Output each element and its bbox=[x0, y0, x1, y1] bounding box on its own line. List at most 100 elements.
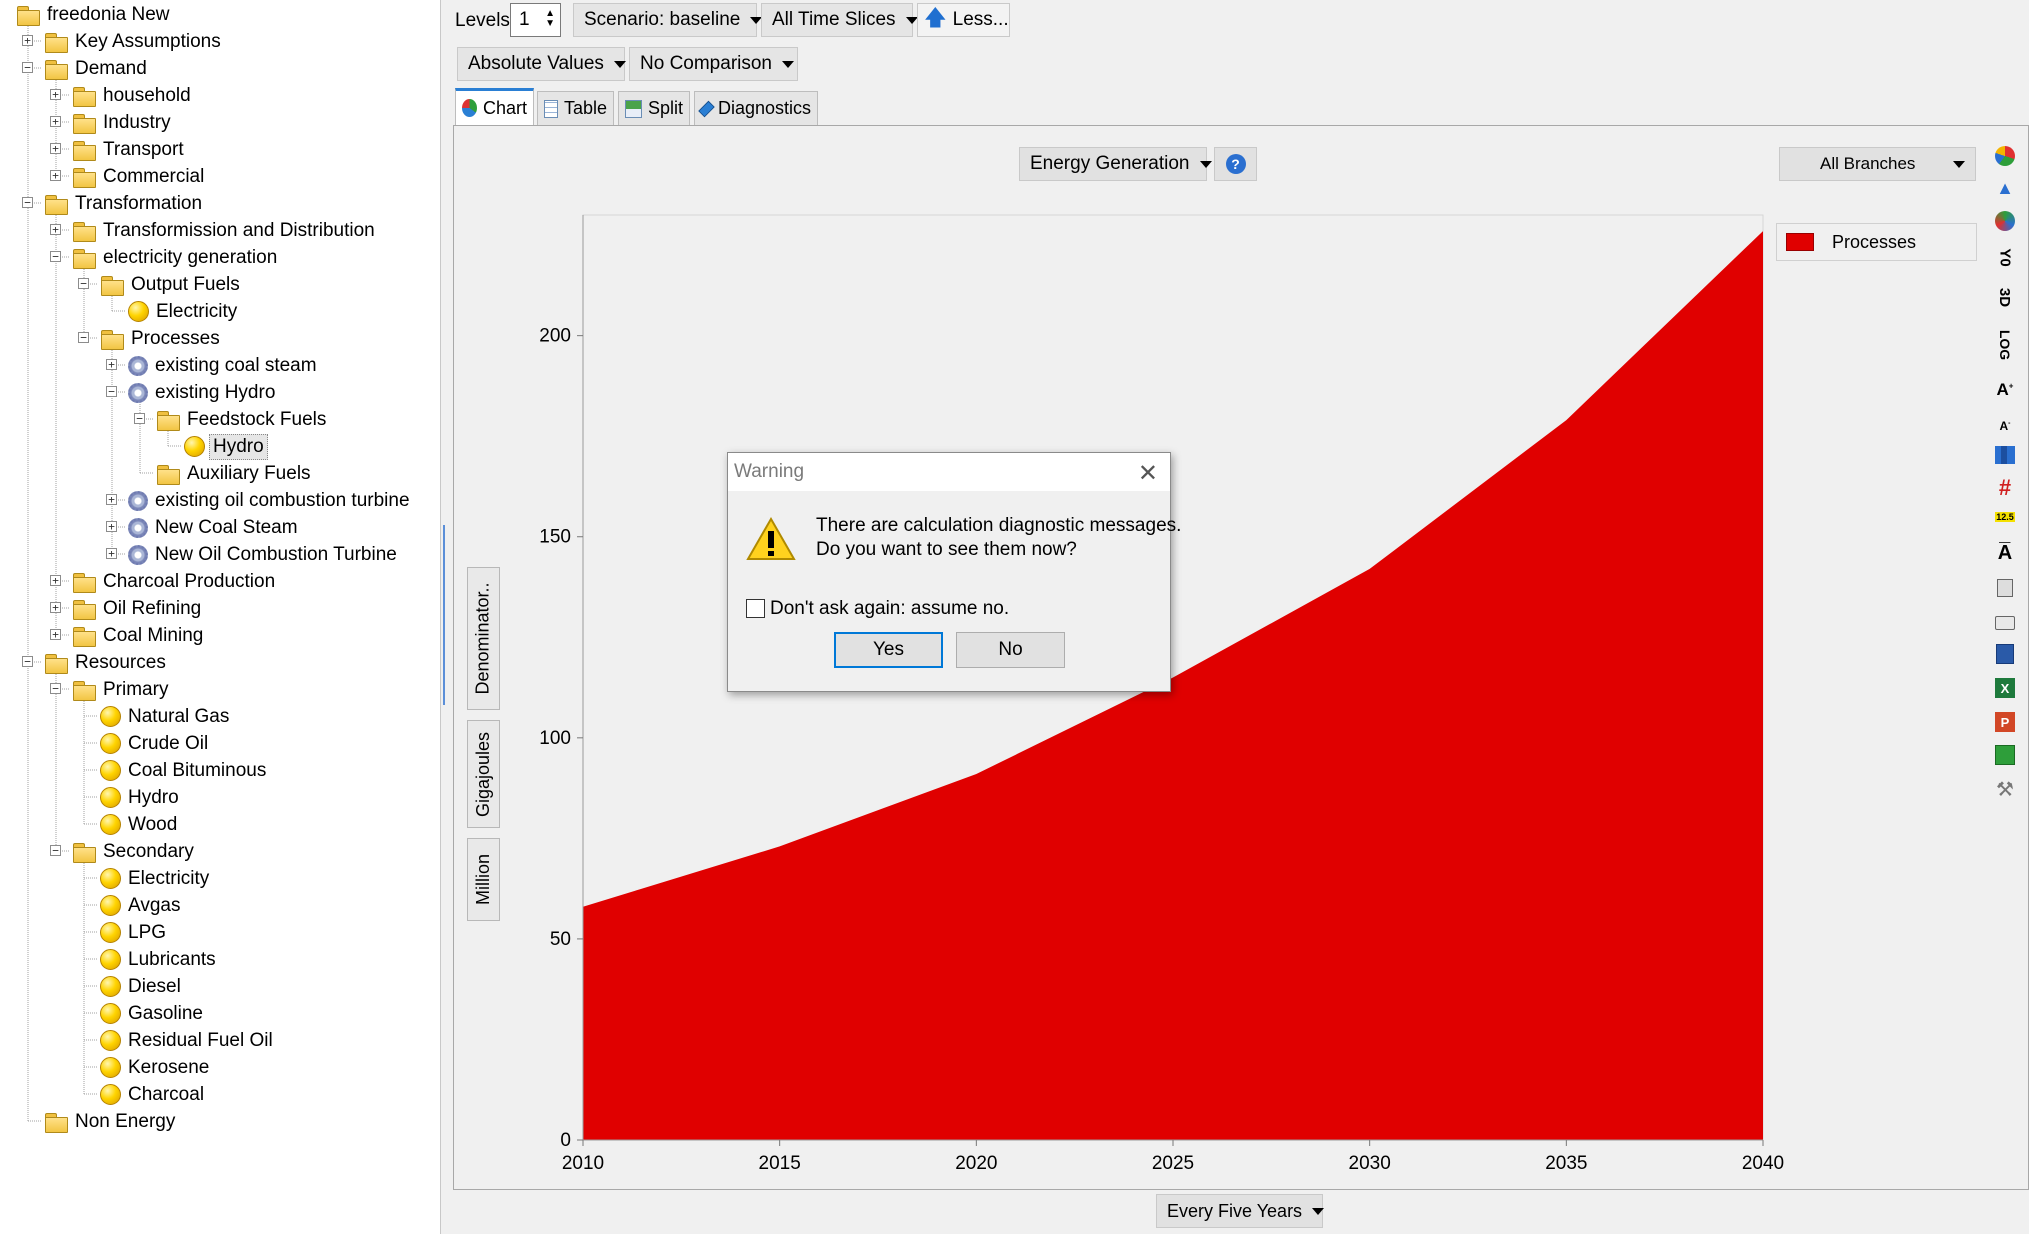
tree-item[interactable]: Resources bbox=[44, 649, 169, 676]
expand-icon[interactable]: + bbox=[106, 521, 117, 532]
denominator-tab[interactable]: Denominator.. bbox=[467, 567, 500, 710]
tree-item[interactable]: Electricity bbox=[100, 865, 212, 892]
levels-spinner[interactable]: 1 ▲ ▼ bbox=[510, 3, 561, 37]
tree-item[interactable]: Primary bbox=[72, 676, 171, 703]
tab-split[interactable]: Split bbox=[618, 91, 690, 125]
tree-item[interactable]: existing oil combustion turbine bbox=[128, 487, 413, 514]
close-icon[interactable]: ✕ bbox=[1138, 459, 1158, 488]
tree-item[interactable]: Hydro bbox=[100, 784, 182, 811]
save-icon[interactable] bbox=[1993, 743, 2017, 767]
powerpoint-export-icon[interactable]: P bbox=[1993, 710, 2017, 734]
tree-item[interactable]: Feedstock Fuels bbox=[156, 406, 329, 433]
chart-type-icon[interactable]: ▲ bbox=[1993, 176, 2017, 200]
tree-item[interactable]: New Coal Steam bbox=[128, 514, 301, 541]
axis-zero-icon[interactable]: Y0 bbox=[1993, 245, 2017, 269]
period-dropdown[interactable]: Every Five Years bbox=[1156, 1194, 1325, 1228]
tree-item[interactable]: Electricity bbox=[128, 298, 240, 325]
tree-item[interactable]: LPG bbox=[100, 919, 169, 946]
expand-icon[interactable]: + bbox=[50, 170, 61, 181]
no-button[interactable]: No bbox=[956, 632, 1065, 668]
tree-item[interactable]: Natural Gas bbox=[100, 703, 232, 730]
expand-icon[interactable]: + bbox=[50, 575, 61, 586]
collapse-icon[interactable]: − bbox=[106, 386, 117, 397]
tree-item[interactable]: Secondary bbox=[72, 838, 197, 865]
collapse-icon[interactable]: − bbox=[22, 197, 33, 208]
tree-item[interactable]: Transformation bbox=[44, 190, 205, 217]
tree-item[interactable]: Wood bbox=[100, 811, 180, 838]
scenario-dropdown[interactable]: Scenario: baseline bbox=[573, 3, 763, 37]
scale-tab[interactable]: Million bbox=[467, 838, 500, 921]
log-icon[interactable]: LOG bbox=[1993, 330, 2017, 360]
tree-panel[interactable]: freedonia New Key Assumptions + Demand − hous… bbox=[0, 0, 441, 1234]
absolute-values-dropdown[interactable]: Absolute Values bbox=[457, 47, 626, 81]
splitter-grip[interactable] bbox=[443, 525, 448, 705]
settings-wrench-icon[interactable]: ⚒ bbox=[1993, 777, 2017, 801]
collapse-icon[interactable]: − bbox=[22, 656, 33, 667]
grid-icon[interactable]: # bbox=[1993, 475, 2017, 500]
tree-item[interactable]: Non Energy bbox=[44, 1108, 178, 1135]
copy-icon[interactable] bbox=[1993, 576, 2017, 600]
tab-table[interactable]: Table bbox=[537, 91, 614, 125]
collapse-icon[interactable]: − bbox=[22, 62, 33, 73]
word-export-icon[interactable] bbox=[1993, 642, 2017, 666]
collapse-icon[interactable]: − bbox=[50, 251, 61, 262]
collapse-icon[interactable]: − bbox=[134, 413, 145, 424]
data-labels-icon[interactable]: 12.5 bbox=[1993, 505, 2017, 529]
tree-item[interactable]: Auxiliary Fuels bbox=[156, 460, 314, 487]
expand-icon[interactable]: + bbox=[50, 143, 61, 154]
collapse-icon[interactable]: − bbox=[78, 278, 89, 289]
tree-item[interactable]: Diesel bbox=[100, 973, 184, 1000]
expand-icon[interactable]: + bbox=[50, 629, 61, 640]
tree-item[interactable]: Charcoal bbox=[100, 1081, 207, 1108]
expand-icon[interactable]: + bbox=[50, 116, 61, 127]
tree-item[interactable]: Output Fuels bbox=[100, 271, 243, 298]
expand-icon[interactable]: + bbox=[50, 89, 61, 100]
tree-item[interactable]: Industry bbox=[72, 109, 174, 136]
tree-item[interactable]: Transformission and Distribution bbox=[72, 217, 378, 244]
area-chart[interactable]: 0 50 100 150 200 2010 2015 2020 2025 2030 2035 2040 bbox=[500, 200, 1990, 1190]
expand-icon[interactable]: + bbox=[106, 359, 117, 370]
yes-button[interactable]: Yes bbox=[834, 632, 943, 668]
tree-item[interactable]: electricity generation bbox=[72, 244, 280, 271]
excel-export-icon[interactable]: X bbox=[1993, 676, 2017, 700]
3d-icon[interactable]: 3D bbox=[1993, 285, 2017, 309]
expand-icon[interactable]: + bbox=[106, 548, 117, 559]
spinner-arrows-icon[interactable]: ▲ ▼ bbox=[545, 9, 555, 29]
font-larger-icon[interactable]: A+ bbox=[1993, 378, 2017, 402]
tree-item[interactable]: Hydro bbox=[184, 433, 268, 460]
tree-item[interactable]: existing coal steam bbox=[128, 352, 320, 379]
legend[interactable]: Processes bbox=[1776, 223, 1977, 261]
tree-item[interactable]: Oil Refining bbox=[72, 595, 204, 622]
expand-icon[interactable]: + bbox=[106, 494, 117, 505]
color-palette-icon[interactable] bbox=[1993, 209, 2017, 233]
tree-item[interactable]: Avgas bbox=[100, 892, 183, 919]
tree-item[interactable]: existing Hydro bbox=[128, 379, 278, 406]
tab-chart[interactable]: Chart bbox=[455, 88, 534, 125]
tree-item[interactable]: Residual Fuel Oil bbox=[100, 1027, 276, 1054]
tree-item[interactable]: Kerosene bbox=[100, 1054, 212, 1081]
tree-item[interactable]: Commercial bbox=[72, 163, 207, 190]
expand-icon[interactable]: + bbox=[50, 602, 61, 613]
tree-item[interactable]: Key Assumptions bbox=[44, 28, 224, 55]
tree-item[interactable]: Charcoal Production bbox=[72, 568, 278, 595]
time-slices-dropdown[interactable]: All Time Slices bbox=[761, 3, 918, 37]
tree-item[interactable]: Lubricants bbox=[100, 946, 219, 973]
branches-dropdown[interactable]: All Branches bbox=[1779, 147, 1976, 181]
print-icon[interactable] bbox=[1993, 611, 2017, 635]
expand-icon[interactable]: + bbox=[50, 224, 61, 235]
dialog-titlebar[interactable]: Warning ✕ bbox=[728, 453, 1170, 491]
tree-item[interactable]: freedonia New bbox=[16, 1, 173, 28]
legend-icon[interactable]: A̅ bbox=[1993, 541, 2017, 565]
comparison-dropdown[interactable]: No Comparison bbox=[629, 47, 798, 81]
unit-tab[interactable]: Gigajoules bbox=[467, 720, 500, 828]
tab-diagnostics[interactable]: Diagnostics bbox=[694, 91, 818, 125]
tree-item[interactable]: Crude Oil bbox=[100, 730, 211, 757]
tree-item[interactable]: New Oil Combustion Turbine bbox=[128, 541, 400, 568]
less-button[interactable]: 🡅 Less... bbox=[917, 3, 1010, 37]
tree-item[interactable]: household bbox=[72, 82, 194, 109]
tree-item[interactable]: Transport bbox=[72, 136, 187, 163]
tree-item[interactable]: Gasoline bbox=[100, 1000, 206, 1027]
collapse-icon[interactable]: − bbox=[50, 683, 61, 694]
tree-item[interactable]: Processes bbox=[100, 325, 223, 352]
chart-options-icon[interactable] bbox=[1993, 443, 2017, 467]
